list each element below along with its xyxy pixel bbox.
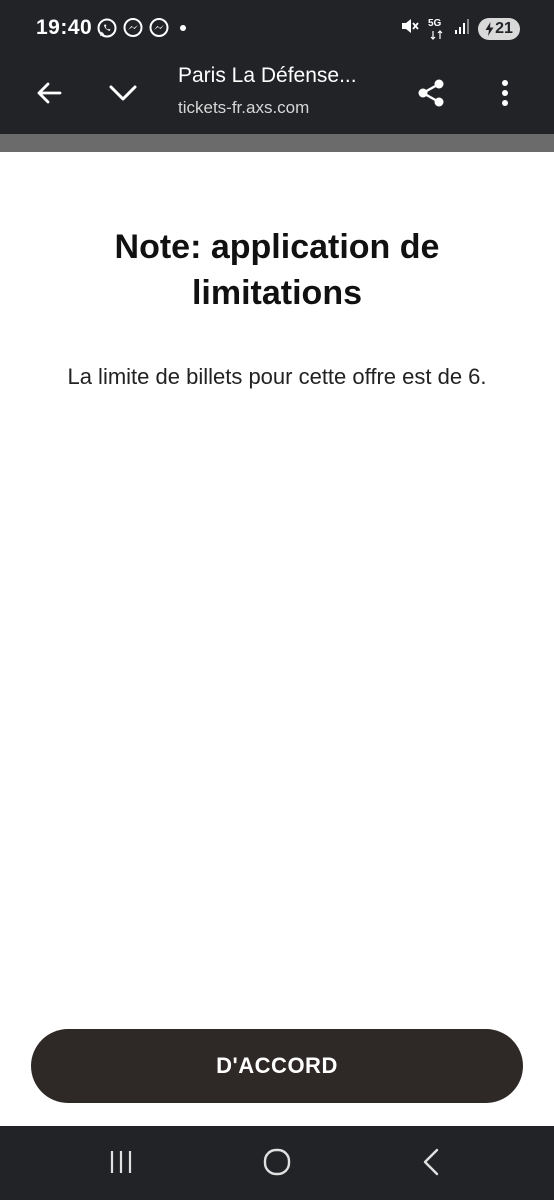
home-icon bbox=[263, 1148, 291, 1181]
status-bar: 19:40 5G 21 bbox=[0, 0, 554, 56]
back-arrow-icon bbox=[35, 79, 63, 112]
status-time: 19:40 bbox=[36, 16, 93, 39]
chevron-down-icon bbox=[108, 83, 138, 108]
system-back-button[interactable] bbox=[406, 1142, 456, 1186]
signal-icon bbox=[454, 17, 470, 40]
dot-icon bbox=[174, 17, 190, 39]
home-button[interactable] bbox=[252, 1142, 302, 1186]
ok-button[interactable]: D'ACCORD bbox=[31, 1029, 523, 1103]
network-5g-icon: 5G bbox=[428, 18, 446, 40]
dialog-heading: Note: application de limitations bbox=[114, 228, 440, 312]
recent-apps-icon bbox=[108, 1149, 134, 1180]
messenger-icon bbox=[148, 17, 170, 39]
minimize-button[interactable] bbox=[98, 70, 148, 120]
page-title[interactable]: Paris La Défense... bbox=[178, 64, 388, 88]
more-vert-icon bbox=[501, 79, 509, 112]
back-button[interactable] bbox=[24, 70, 74, 120]
recent-apps-button[interactable] bbox=[96, 1142, 146, 1186]
system-navigation-bar bbox=[0, 1126, 554, 1200]
dialog-message: La limite de billets pour cette offre es… bbox=[67, 364, 487, 389]
messenger-icon bbox=[122, 17, 144, 39]
dialog-content: Note: application de limitations La limi… bbox=[0, 152, 554, 1126]
battery-icon: 21 bbox=[478, 17, 520, 40]
share-button[interactable] bbox=[406, 70, 456, 120]
page-url[interactable]: tickets-fr.axs.com bbox=[178, 98, 309, 118]
mute-icon bbox=[400, 16, 420, 41]
whatsapp-icon bbox=[96, 17, 118, 39]
browser-toolbar: Paris La Défense... tickets-fr.axs.com bbox=[0, 56, 554, 134]
battery-level: 21 bbox=[495, 19, 513, 37]
status-right-icons: 5G 21 bbox=[400, 16, 520, 41]
page-loading-strip bbox=[0, 134, 554, 152]
share-icon bbox=[415, 77, 447, 114]
more-options-button[interactable] bbox=[480, 70, 530, 120]
back-icon bbox=[421, 1148, 441, 1181]
network-label: 5G bbox=[428, 17, 442, 29]
notification-icons bbox=[96, 17, 190, 39]
